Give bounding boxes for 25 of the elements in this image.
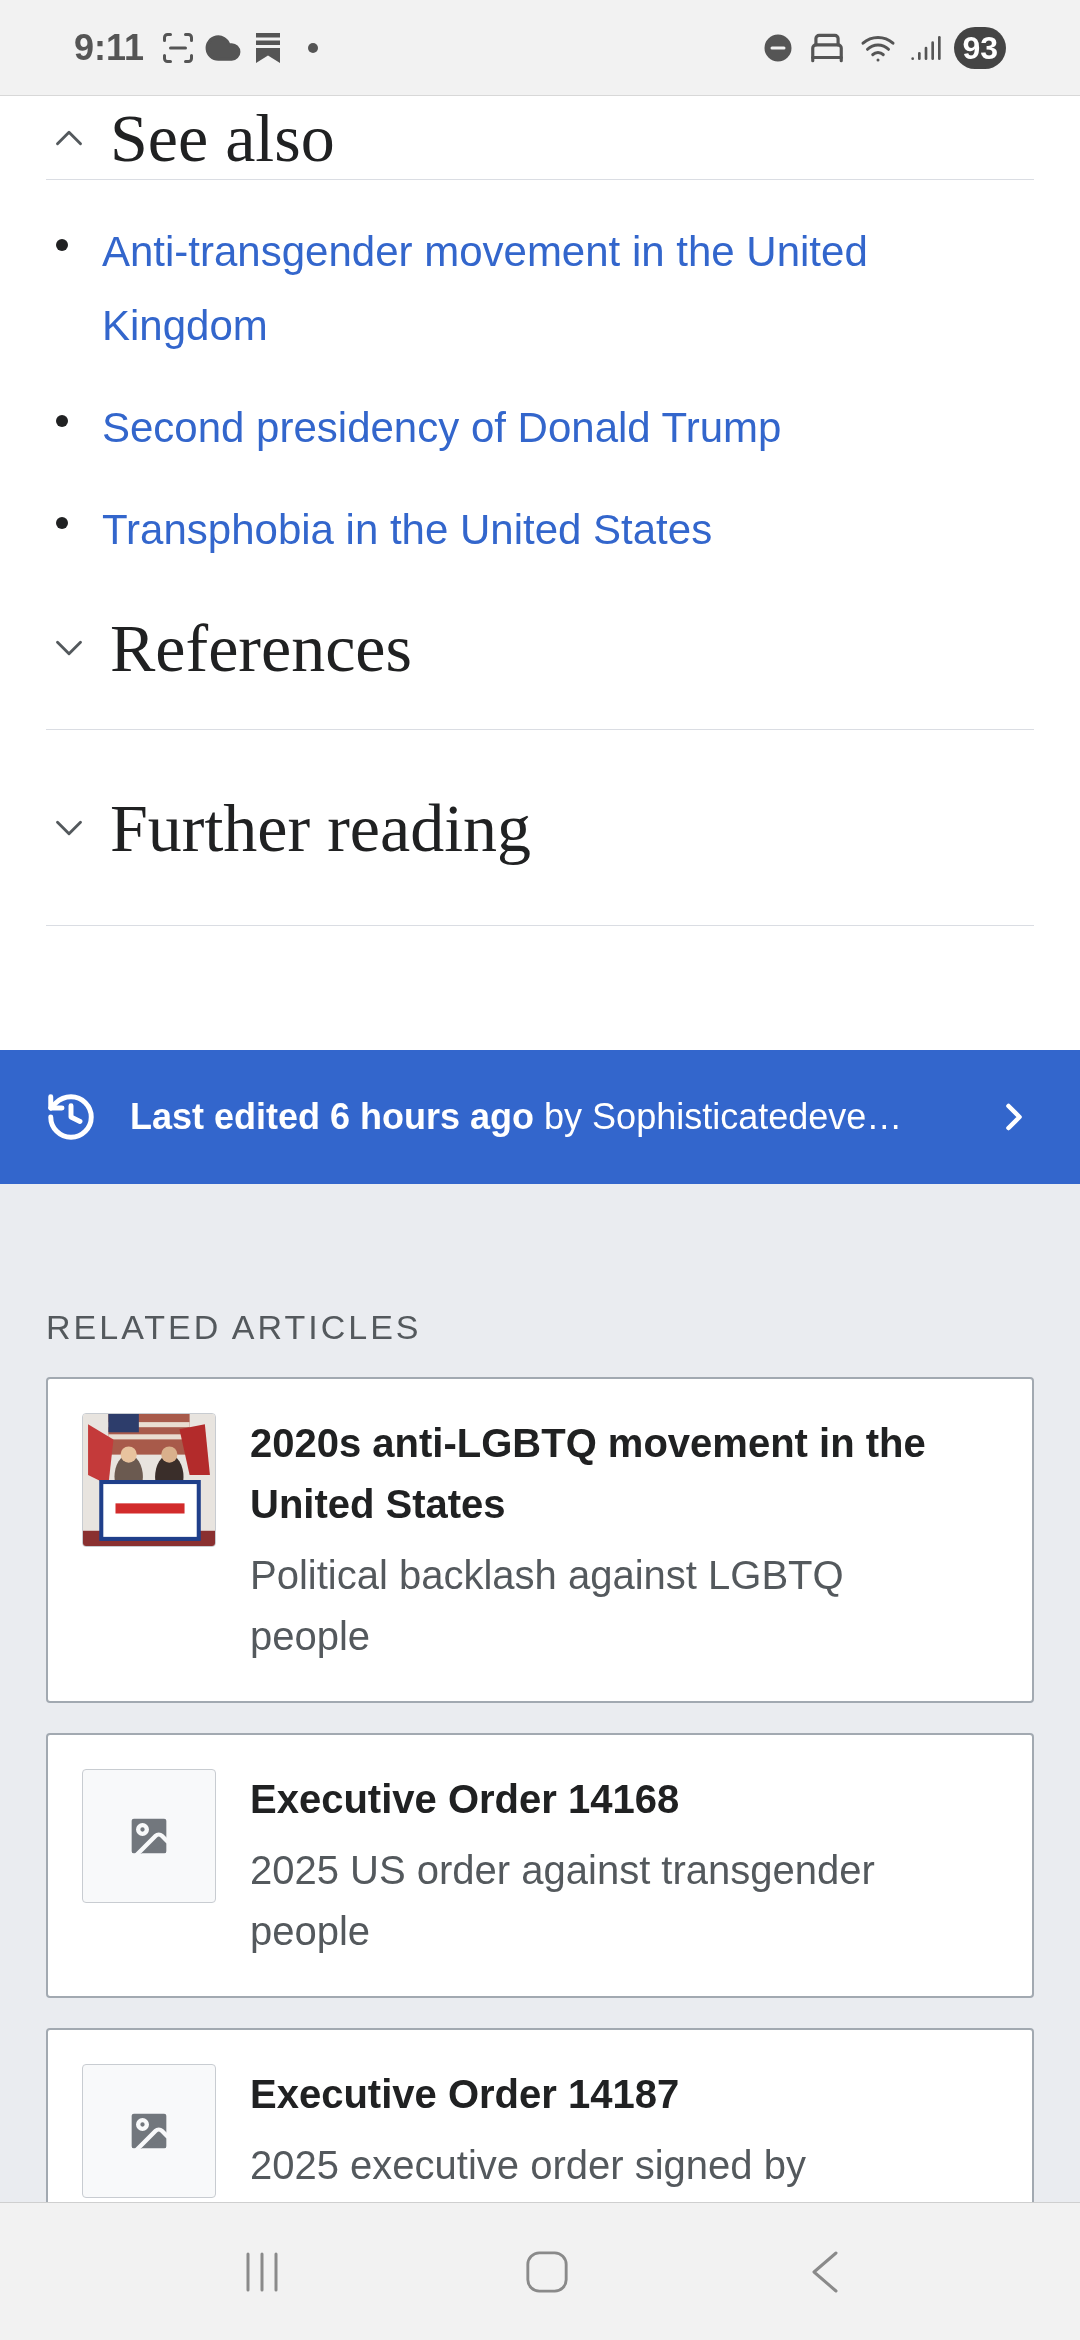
see-also-link[interactable]: Anti-transgender movement in the United Kingdom	[102, 215, 982, 363]
bullet-icon	[56, 415, 68, 427]
related-articles-heading: RELATED ARTICLES	[46, 1307, 423, 1348]
section-heading[interactable]: References	[110, 610, 412, 686]
bullet-icon	[56, 517, 68, 529]
related-article-card[interactable]: Executive Order 14187 2025 executive order signed by	[46, 2028, 1034, 2202]
home-icon[interactable]	[524, 2248, 570, 2295]
article-description: Political backlash against LGBTQ people	[250, 1552, 845, 1660]
article-title: 2020s anti-LGBTQ movement in the United States	[250, 1420, 927, 1528]
section-heading[interactable]: Further reading	[110, 789, 532, 866]
related-article-card[interactable]: 2020s anti-LGBTQ movement in the United States Political backlash against LGBTQ people	[46, 1377, 1034, 1703]
back-icon[interactable]	[810, 2249, 840, 2294]
related-article-card[interactable]: Executive Order 14168 2025 US order against transgender people	[46, 1733, 1034, 1998]
last-edited-bar[interactable]: Last edited 6 hours ago by Sophisticatedeve…	[0, 1050, 1080, 1184]
article-description: 2025 executive order signed by	[250, 2142, 807, 2189]
clock: 9:11	[74, 25, 145, 70]
last-edited-text: Last edited 6 hours ago by Sophisticatedeve…	[130, 1095, 904, 1139]
bullet-icon	[56, 239, 68, 251]
battery-badge: 93	[954, 26, 1006, 69]
article-description: 2025 US order against transgender people	[250, 1847, 876, 1955]
section-heading[interactable]: See also	[110, 99, 335, 176]
article-title: Executive Order 14187	[250, 2071, 681, 2118]
see-also-link[interactable]: Transphobia in the United States	[102, 493, 982, 567]
see-also-link[interactable]: Second presidency of Donald Trump	[102, 391, 982, 465]
article-title: Executive Order 14168	[250, 1776, 681, 1823]
